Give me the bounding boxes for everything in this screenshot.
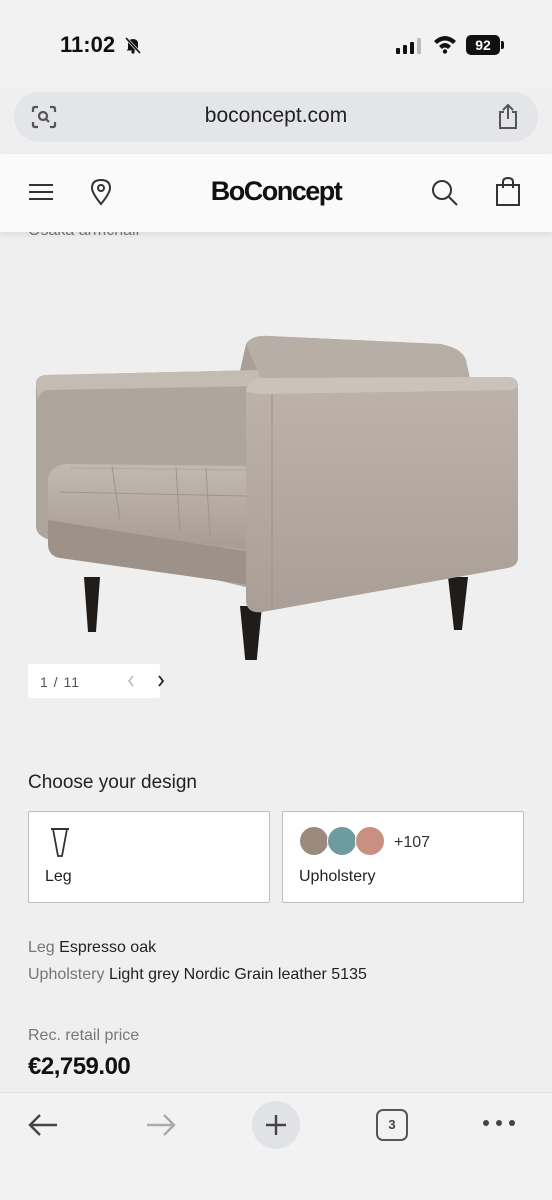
back-arrow-icon[interactable] bbox=[26, 1110, 60, 1145]
previous-image-button[interactable] bbox=[126, 674, 146, 690]
status-time: 11:02 bbox=[60, 32, 116, 57]
status-bar: 11:02 92 bbox=[0, 0, 552, 88]
tab-switcher-button[interactable]: 3 bbox=[376, 1109, 408, 1141]
upholstery-swatch bbox=[299, 826, 329, 856]
leg-icon bbox=[49, 826, 71, 865]
browser-toolbar: 3 bbox=[0, 1092, 552, 1200]
battery-indicator: 92 bbox=[466, 35, 500, 55]
more-swatches-count: +107 bbox=[394, 834, 431, 851]
share-icon[interactable] bbox=[496, 102, 520, 135]
wifi-icon bbox=[433, 34, 457, 59]
more-options-icon[interactable] bbox=[482, 1115, 516, 1133]
price-value: €2,759.00 bbox=[28, 1053, 131, 1080]
image-counter: 1 / 11 bbox=[40, 674, 80, 690]
search-icon[interactable] bbox=[430, 178, 460, 213]
leg-option-card[interactable]: Leg bbox=[28, 811, 270, 903]
upholstery-swatch bbox=[327, 826, 357, 856]
brand-logo[interactable]: BoConcept bbox=[0, 176, 552, 207]
battery-tip bbox=[501, 41, 504, 49]
spec-upholstery: Upholstery Light grey Nordic Grain leath… bbox=[28, 966, 367, 984]
shopping-bag-icon[interactable] bbox=[494, 176, 522, 213]
next-image-button[interactable] bbox=[156, 674, 176, 690]
choose-design-heading: Choose your design bbox=[28, 772, 197, 793]
plus-icon bbox=[266, 1115, 286, 1135]
price-label: Rec. retail price bbox=[28, 1027, 140, 1044]
spec-value: Espresso oak bbox=[59, 939, 157, 956]
upholstery-option-card[interactable]: +107 Upholstery bbox=[282, 811, 524, 903]
leg-option-label: Leg bbox=[45, 868, 72, 885]
bell-off-icon bbox=[124, 36, 142, 59]
upholstery-option-label: Upholstery bbox=[299, 868, 376, 885]
spec-value: Light grey Nordic Grain leather 5135 bbox=[108, 966, 367, 983]
cellular-signal-icon bbox=[396, 38, 422, 59]
product-image[interactable] bbox=[0, 240, 552, 668]
address-bar[interactable]: boconcept.com bbox=[14, 92, 538, 142]
new-tab-button[interactable] bbox=[252, 1101, 300, 1149]
gallery-pager: 1 / 11 bbox=[28, 664, 165, 698]
site-header: BoConcept bbox=[0, 154, 552, 232]
spec-key: Leg bbox=[28, 939, 55, 956]
url-text[interactable]: boconcept.com bbox=[14, 104, 538, 128]
spec-key: Upholstery bbox=[28, 966, 105, 983]
upholstery-swatch bbox=[355, 826, 385, 856]
spec-leg: Leg Espresso oak bbox=[28, 939, 156, 957]
forward-arrow-icon[interactable] bbox=[144, 1110, 178, 1145]
